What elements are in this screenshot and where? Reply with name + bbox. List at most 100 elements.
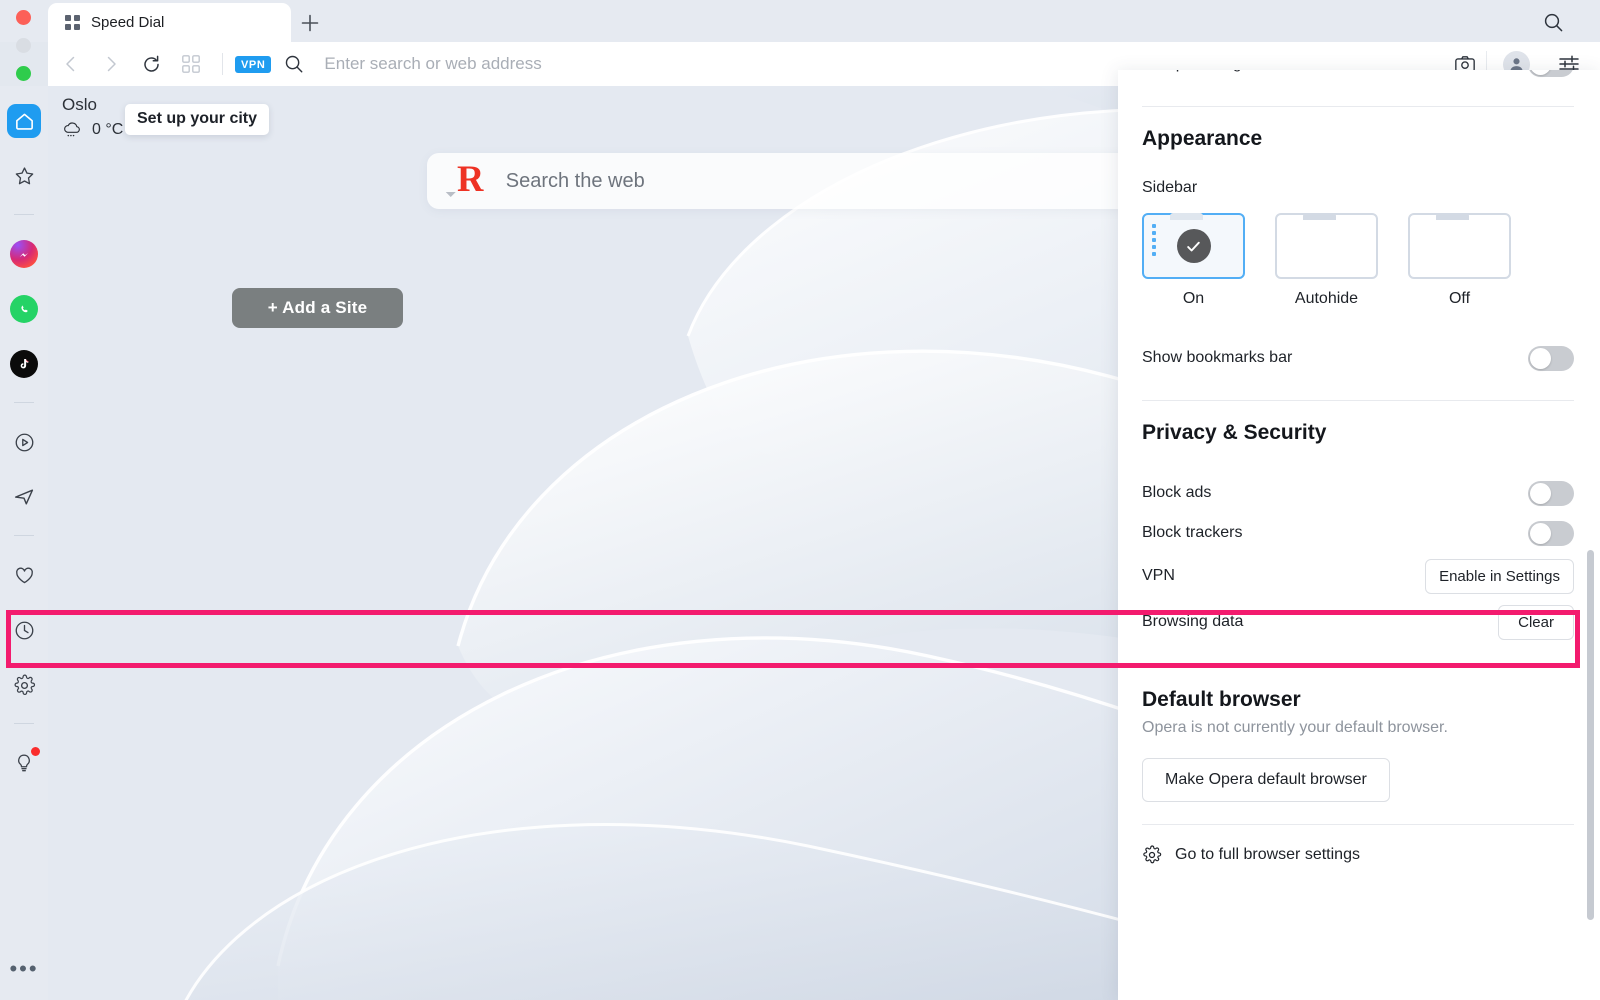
sidebar-mode-autohide[interactable]: Autohide [1275, 213, 1378, 308]
block-trackers-label: Block trackers [1142, 524, 1243, 541]
home-icon [15, 113, 33, 130]
close-window-button[interactable] [16, 10, 31, 25]
sidebar-setting-label: Sidebar [1142, 179, 1198, 196]
bookmarks-bar-toggle[interactable] [1528, 345, 1574, 371]
divider-default-browser [1142, 667, 1574, 668]
tab-speed-dial[interactable]: Speed Dial [48, 3, 291, 42]
sidebar-item-tiktok[interactable] [7, 347, 41, 381]
browsing-data-label: Browsing data [1142, 613, 1244, 630]
sidebar-item-whatsapp[interactable] [7, 292, 41, 326]
tiktok-icon [10, 350, 38, 378]
sidebar-item-messenger[interactable] [7, 237, 41, 271]
setting-row-vpn[interactable]: VPN Enable in Settings [1142, 553, 1574, 599]
default-browser-description: Opera is not currently your default brow… [1142, 719, 1448, 736]
sidebar-mode-choices: On Autohide Off [1142, 213, 1574, 308]
browsing-data-clear-button[interactable]: Clear [1498, 604, 1574, 640]
vpn-badge[interactable]: VPN [235, 55, 272, 73]
toolbar-divider [222, 53, 223, 75]
yandex-icon[interactable]: Я [446, 159, 484, 200]
speed-dial-search-placeholder: Search the web [505, 169, 645, 192]
chevron-left-icon [66, 56, 75, 72]
sidebar-item-home[interactable] [7, 104, 41, 138]
setting-row-sharpen-images[interactable]: Sharpen images on all sites [1142, 70, 1574, 84]
divider-full-settings [1142, 824, 1574, 825]
left-sidebar: ••• [0, 86, 48, 1000]
grid-icon [182, 55, 200, 73]
tab-strip: Speed Dial [0, 0, 1600, 81]
chevron-down-icon [446, 192, 456, 197]
sidebar-item-settings[interactable] [7, 668, 41, 702]
speed-dial-button[interactable] [174, 47, 208, 81]
sidebar-item-player[interactable] [7, 425, 41, 459]
default-browser-heading: Default browser [1142, 688, 1301, 711]
divider-privacy [1142, 400, 1574, 401]
tips-notification-badge [31, 747, 40, 756]
gear-icon [1143, 845, 1162, 864]
sidebar-item-bookmarks[interactable] [7, 159, 41, 193]
maximize-window-button[interactable] [16, 66, 31, 81]
add-a-site-button[interactable]: + Add a Site [232, 288, 403, 328]
sidebar-overflow-button[interactable]: ••• [9, 956, 38, 982]
setting-row-block-ads[interactable]: Block ads [1142, 473, 1574, 513]
messenger-icon [10, 240, 38, 268]
search-icon [286, 55, 303, 73]
privacy-heading: Privacy & Security [1142, 421, 1327, 444]
check-icon [1176, 229, 1211, 263]
weather-widget[interactable]: Oslo 0 °C Set up your city [62, 94, 270, 139]
sidebar-mode-autohide-label: Autohide [1294, 290, 1359, 307]
settings-scrollbar[interactable] [1587, 550, 1594, 920]
sharpen-images-toggle[interactable] [1528, 70, 1574, 77]
setting-row-browsing-data[interactable]: Browsing data Clear [1142, 599, 1574, 645]
sidebar-divider-2 [14, 402, 34, 403]
weather-tooltip[interactable]: Set up your city [125, 104, 270, 135]
heart-icon [15, 567, 33, 583]
plus-icon [301, 14, 319, 32]
minimize-window-button[interactable] [16, 38, 31, 53]
sidebar-item-history[interactable] [7, 613, 41, 647]
easy-setup-panel: Sharpen images on all sites Appearance S… [1118, 70, 1600, 1000]
go-to-full-settings-label: Go to full browser settings [1175, 846, 1360, 863]
weather-city: Oslo [62, 95, 97, 114]
back-button[interactable] [54, 47, 88, 81]
weather-temperature: 0 °C [92, 121, 124, 138]
setting-row-bookmarks-bar[interactable]: Show bookmarks bar [1142, 338, 1574, 378]
sidebar-divider-4 [14, 723, 34, 724]
vpn-label: VPN [1142, 567, 1175, 584]
search-icon [1544, 13, 1562, 31]
go-to-full-settings-link[interactable]: Go to full browser settings [1142, 845, 1574, 865]
sidebar-mode-autohide-thumbnail [1275, 213, 1378, 279]
lightbulb-icon [18, 754, 30, 772]
address-search-icon-button[interactable] [277, 47, 311, 81]
sidebar-mode-on[interactable]: On [1142, 213, 1245, 308]
play-circle-icon [15, 433, 33, 451]
reload-button[interactable] [134, 47, 168, 81]
sidebar-divider-1 [14, 214, 34, 215]
star-icon [15, 166, 33, 184]
sidebar-mode-on-label: On [1182, 290, 1205, 307]
reload-icon [143, 55, 159, 72]
chevron-right-icon [107, 56, 116, 72]
bookmarks-bar-label: Show bookmarks bar [1142, 349, 1293, 366]
forward-button[interactable] [94, 47, 128, 81]
block-ads-toggle[interactable] [1528, 480, 1574, 506]
sidebar-item-tips[interactable] [7, 746, 41, 780]
sidebar-mode-off[interactable]: Off [1408, 213, 1511, 308]
tab-search-button[interactable] [1540, 9, 1566, 35]
new-tab-button[interactable] [295, 8, 325, 38]
whatsapp-icon [10, 295, 38, 323]
sidebar-item-my-flow[interactable] [7, 480, 41, 514]
window-controls [16, 10, 31, 81]
sidebar-mode-off-label: Off [1448, 290, 1471, 307]
send-icon [14, 489, 34, 505]
speed-dial-search-box[interactable]: Я Search the web [427, 153, 1203, 209]
sidebar-divider-3 [14, 535, 34, 536]
block-trackers-toggle[interactable] [1528, 520, 1574, 546]
sidebar-item-pinboards[interactable] [7, 558, 41, 592]
browser-window: Speed Dial VPN Enter search or web addre… [0, 0, 1600, 1000]
vpn-enable-in-settings-button[interactable]: Enable in Settings [1425, 558, 1574, 594]
make-opera-default-button[interactable]: Make Opera default browser [1142, 758, 1390, 802]
tab-title: Speed Dial [91, 14, 165, 31]
setting-row-block-trackers[interactable]: Block trackers [1142, 513, 1574, 553]
speed-dial-favicon-icon [65, 15, 80, 30]
yandex-glyph: Я [457, 159, 484, 200]
